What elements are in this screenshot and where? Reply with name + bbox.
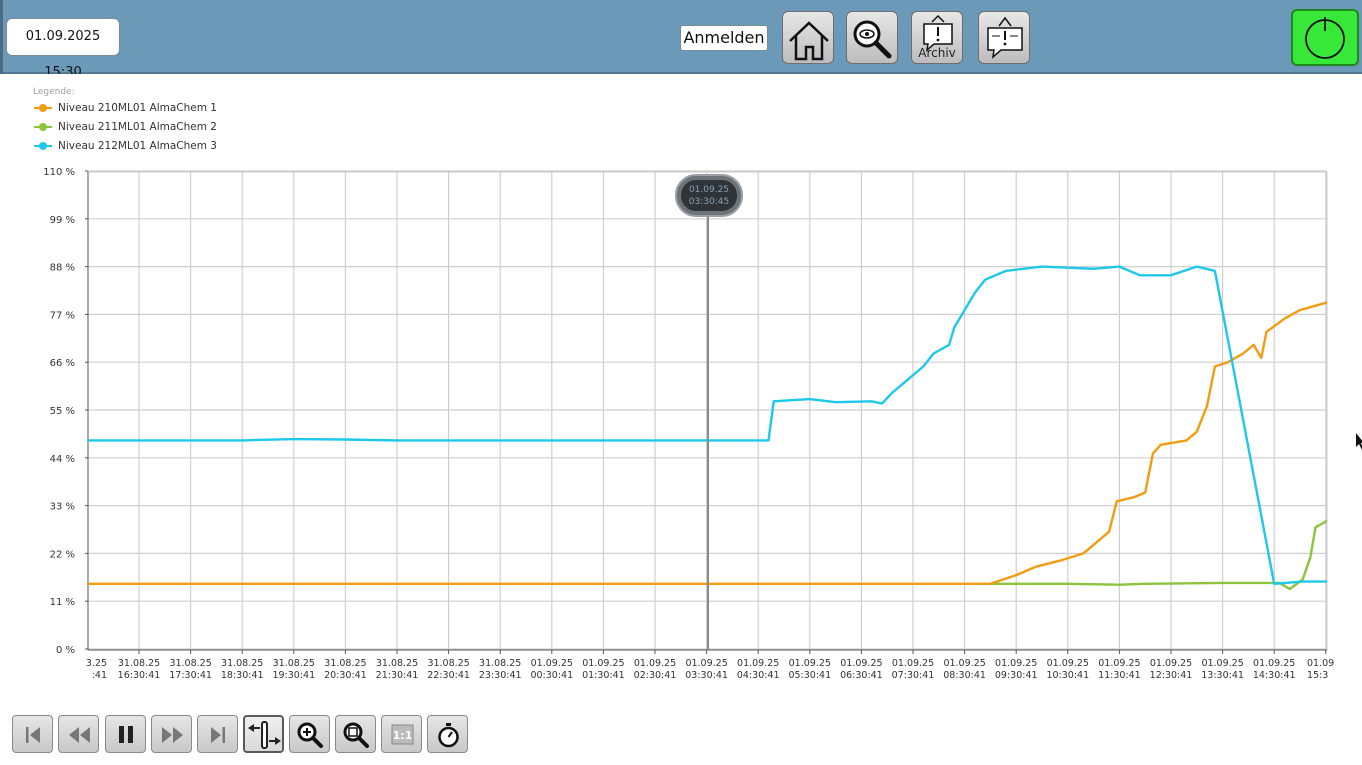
- x-tick-date: 31.08.25: [221, 658, 263, 669]
- y-tick-label: 22 %: [50, 549, 75, 560]
- ruler-cursor-icon: [248, 721, 281, 749]
- x-tick-time: 23:30:41: [479, 670, 522, 681]
- x-axis-ticks: 3.25:4131.08.2516:30:4131.08.2517:30:413…: [86, 650, 1334, 681]
- zoom-reset-button[interactable]: [335, 715, 376, 753]
- x-tick-date: 01.09.25: [892, 658, 934, 669]
- fast-forward-icon: [162, 727, 183, 743]
- y-tick-label: 33 %: [50, 502, 75, 513]
- zoom-in-button[interactable]: [289, 715, 330, 753]
- y-tick-label: 77 %: [50, 310, 75, 321]
- x-tick-date: 01.09.25: [1253, 658, 1295, 669]
- x-tick-time: 14:30:41: [1253, 670, 1296, 681]
- x-tick-date: 01.09.25: [737, 658, 779, 669]
- x-tick-time: 07:30:41: [892, 670, 935, 681]
- x-tick-time: 12:30:41: [1150, 670, 1193, 681]
- x-tick-time: 00:30:41: [530, 670, 573, 681]
- x-tick-date: 01.09.25: [995, 658, 1037, 669]
- x-tick-date: 01.09.25: [1150, 658, 1192, 669]
- x-tick-date: 31.08.25: [479, 658, 521, 669]
- zoom-reset-icon: [343, 722, 369, 748]
- x-tick-time: :41: [92, 670, 107, 681]
- original-size-icon: 1:1: [391, 724, 414, 745]
- x-tick-date: 31.08.25: [376, 658, 418, 669]
- x-tick-date: 01.09.25: [943, 658, 985, 669]
- x-tick-date: 01.09.25: [1047, 658, 1089, 669]
- x-tick-date: 3.25: [86, 658, 107, 669]
- x-tick-date: 01.09.25: [582, 658, 624, 669]
- x-tick-date: 01.09.25: [1201, 658, 1243, 669]
- x-tick-date: 31.08.25: [169, 658, 211, 669]
- x-tick-date: 31.08.25: [118, 658, 160, 669]
- fast-forward-button[interactable]: [151, 715, 192, 753]
- x-tick-time: 01:30:41: [582, 670, 625, 681]
- x-tick-time: 09:30:41: [995, 670, 1038, 681]
- x-tick-time: 02:30:41: [634, 670, 677, 681]
- rewind-button[interactable]: [58, 715, 99, 753]
- y-tick-label: 11 %: [50, 597, 75, 608]
- zoom-in-icon: [297, 722, 323, 748]
- x-tick-time: 20:30:41: [324, 670, 367, 681]
- cursor-date: 01.09.25: [689, 185, 729, 195]
- ruler-button[interactable]: [243, 715, 284, 753]
- x-tick-time: 04:30:41: [737, 670, 780, 681]
- x-tick-time: 10:30:41: [1046, 670, 1089, 681]
- pause-icon: [119, 726, 133, 743]
- x-tick-time: 16:30:41: [118, 670, 161, 681]
- x-tick-time: 17:30:41: [169, 670, 212, 681]
- go-first-button[interactable]: [12, 715, 53, 753]
- y-tick-label: 99 %: [50, 215, 75, 226]
- y-tick-label: 88 %: [50, 263, 75, 274]
- x-tick-time: 08:30:41: [943, 670, 986, 681]
- x-tick-time: 19:30:41: [272, 670, 315, 681]
- x-tick-date: 01.09.25: [685, 658, 727, 669]
- mouse-pointer-icon: [1356, 433, 1362, 450]
- pause-button[interactable]: [105, 715, 146, 753]
- x-tick-time: 11:30:41: [1098, 670, 1141, 681]
- x-tick-date: 31.08.25: [273, 658, 315, 669]
- x-tick-date: 31.08.25: [427, 658, 469, 669]
- x-tick-date: 01.09: [1307, 658, 1334, 669]
- x-tick-date: 01.09.25: [634, 658, 676, 669]
- x-tick-date: 01.09.25: [789, 658, 831, 669]
- series-line-1: [990, 519, 1327, 591]
- x-tick-time: 15:3: [1307, 670, 1328, 681]
- y-tick-label: 0 %: [56, 645, 75, 656]
- x-tick-time: 13:30:41: [1201, 670, 1244, 681]
- x-tick-date: 01.09.25: [531, 658, 573, 669]
- y-tick-label: 55 %: [50, 406, 75, 417]
- stopwatch-icon: [438, 723, 459, 748]
- time-cursor[interactable]: 01.09.25 03:30:45: [675, 174, 743, 650]
- x-tick-time: 22:30:41: [427, 670, 470, 681]
- skip-first-icon: [26, 727, 40, 743]
- x-tick-time: 06:30:41: [840, 670, 883, 681]
- original-size-label: 1:1: [393, 729, 413, 742]
- y-axis-ticks: 0 % 11 % 22 % 33 % 44 % 55 % 66 % 77 % 88 % 99 % 1…: [43, 167, 88, 656]
- x-tick-time: 05:30:41: [788, 670, 831, 681]
- trend-chart[interactable]: 0 % 11 % 22 % 33 % 44 % 55 % 66 % 77 % 88 % 99 % 1…: [0, 0, 1362, 700]
- stopwatch-button[interactable]: [427, 715, 468, 753]
- x-tick-time: 03:30:41: [685, 670, 728, 681]
- x-tick-time: 18:30:41: [221, 670, 264, 681]
- original-size-button[interactable]: 1:1: [381, 715, 422, 753]
- go-last-button[interactable]: [197, 715, 238, 753]
- x-tick-date: 01.09.25: [1098, 658, 1140, 669]
- skip-last-icon: [211, 727, 225, 743]
- rewind-icon: [69, 727, 90, 743]
- cursor-time: 03:30:45: [689, 197, 729, 207]
- x-tick-date: 01.09.25: [840, 658, 882, 669]
- x-tick-time: 21:30:41: [376, 670, 419, 681]
- y-tick-label: 44 %: [50, 454, 75, 465]
- y-tick-label: 66 %: [50, 358, 75, 369]
- x-tick-date: 31.08.25: [324, 658, 366, 669]
- y-tick-label: 110 %: [43, 167, 75, 178]
